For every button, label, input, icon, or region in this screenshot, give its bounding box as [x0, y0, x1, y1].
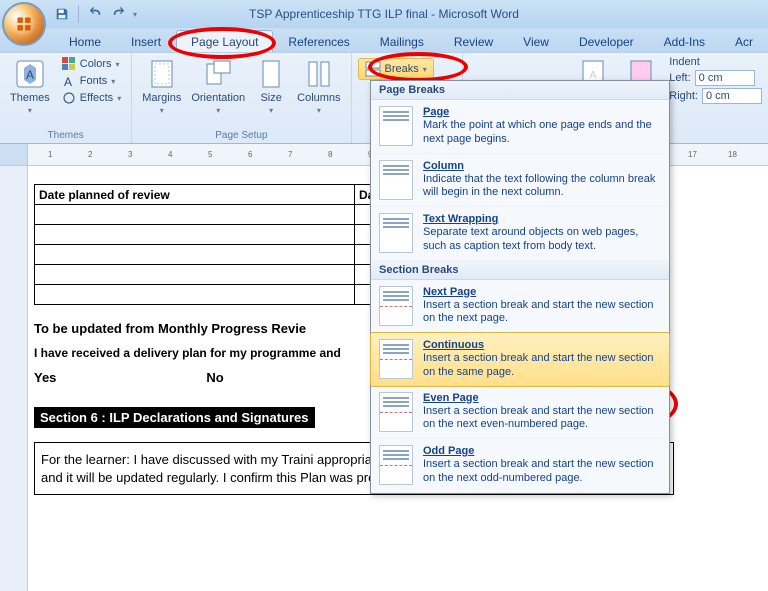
tab-insert[interactable]: Insert [116, 30, 176, 52]
qat-dropdown-icon[interactable]: ▾ [133, 10, 137, 19]
indent-right-input[interactable]: 0 cm [702, 88, 762, 104]
themes-button[interactable]: A Themes▾ [6, 56, 54, 117]
ruler-mark: 4 [168, 150, 172, 159]
vertical-ruler[interactable] [0, 166, 28, 591]
breaks-dropdown: Page Breaks PageMark the point at which … [370, 80, 670, 494]
tab-references[interactable]: References [273, 30, 364, 52]
ruler-mark: 5 [208, 150, 212, 159]
no-label: No [206, 370, 223, 385]
theme-effects-button[interactable]: Effects▾ [58, 90, 125, 106]
breaks-item-next-page[interactable]: Next PageInsert a section break and star… [371, 280, 669, 334]
group-label-themes: Themes [6, 129, 125, 141]
breaks-item-text-wrapping[interactable]: Text WrappingSeparate text around object… [371, 207, 669, 261]
ruler-mark: 8 [328, 150, 332, 159]
window-title: TSP Apprenticeship TTG ILP final - Micro… [249, 7, 519, 21]
ruler-mark: 3 [128, 150, 132, 159]
tab-review[interactable]: Review [439, 30, 508, 52]
quick-access-toolbar: ▾ [52, 4, 137, 24]
breaks-item-even-page[interactable]: Even PageInsert a section break and star… [371, 386, 669, 440]
ribbon-tabs: HomeInsertPage LayoutReferencesMailingsR… [0, 28, 768, 52]
office-button[interactable] [2, 2, 46, 46]
undo-icon[interactable] [85, 4, 105, 24]
tab-acr[interactable]: Acr [720, 30, 768, 52]
indent-header: Indent [669, 56, 762, 68]
breaks-section-page: Page Breaks [371, 81, 669, 100]
redo-icon[interactable] [109, 4, 129, 24]
indent-left-input[interactable]: 0 cm [695, 70, 755, 86]
margins-button[interactable]: Margins▾ [138, 56, 185, 117]
ruler-mark: 17 [688, 150, 697, 159]
indent-right-label: Right: [669, 90, 698, 102]
save-icon[interactable] [52, 4, 72, 24]
yes-label: Yes [34, 370, 56, 385]
tab-home[interactable]: Home [54, 30, 116, 52]
theme-fonts-button[interactable]: AFonts▾ [58, 73, 125, 89]
columns-button[interactable]: Columns▾ [293, 56, 344, 117]
tab-page-layout[interactable]: Page Layout [176, 30, 273, 52]
indent-left-label: Left: [669, 72, 690, 84]
tab-mailings[interactable]: Mailings [365, 30, 439, 52]
ruler-mark: 2 [88, 150, 92, 159]
breaks-item-column[interactable]: ColumnIndicate that the text following t… [371, 154, 669, 208]
orientation-button[interactable]: Orientation▾ [187, 56, 249, 117]
ruler-mark: 1 [48, 150, 52, 159]
ruler-mark: 7 [288, 150, 292, 159]
review-table: Date planned of reviewDa [34, 184, 381, 305]
tab-developer[interactable]: Developer [564, 30, 649, 52]
svg-text:A: A [64, 75, 72, 88]
breaks-item-odd-page[interactable]: Odd PageInsert a section break and start… [371, 439, 669, 493]
breaks-item-page[interactable]: PageMark the point at which one page end… [371, 100, 669, 154]
tab-view[interactable]: View [508, 30, 564, 52]
section-6-header: Section 6 : ILP Declarations and Signatu… [34, 407, 315, 428]
title-bar: ▾ TSP Apprenticeship TTG ILP final - Mic… [0, 0, 768, 28]
ruler-mark: 6 [248, 150, 252, 159]
breaks-button[interactable]: Breaks▾ [358, 58, 434, 80]
ruler-mark: 18 [728, 150, 737, 159]
tab-add-ins[interactable]: Add-Ins [649, 30, 720, 52]
theme-colors-button[interactable]: Colors▾ [58, 56, 125, 72]
svg-text:A: A [26, 68, 34, 82]
breaks-section-section: Section Breaks [371, 261, 669, 280]
table-header-1: Date planned of review [35, 185, 355, 205]
breaks-item-continuous[interactable]: ContinuousInsert a section break and sta… [370, 332, 670, 387]
size-button[interactable]: Size▾ [251, 56, 291, 117]
group-label-page-setup: Page Setup [138, 129, 344, 141]
